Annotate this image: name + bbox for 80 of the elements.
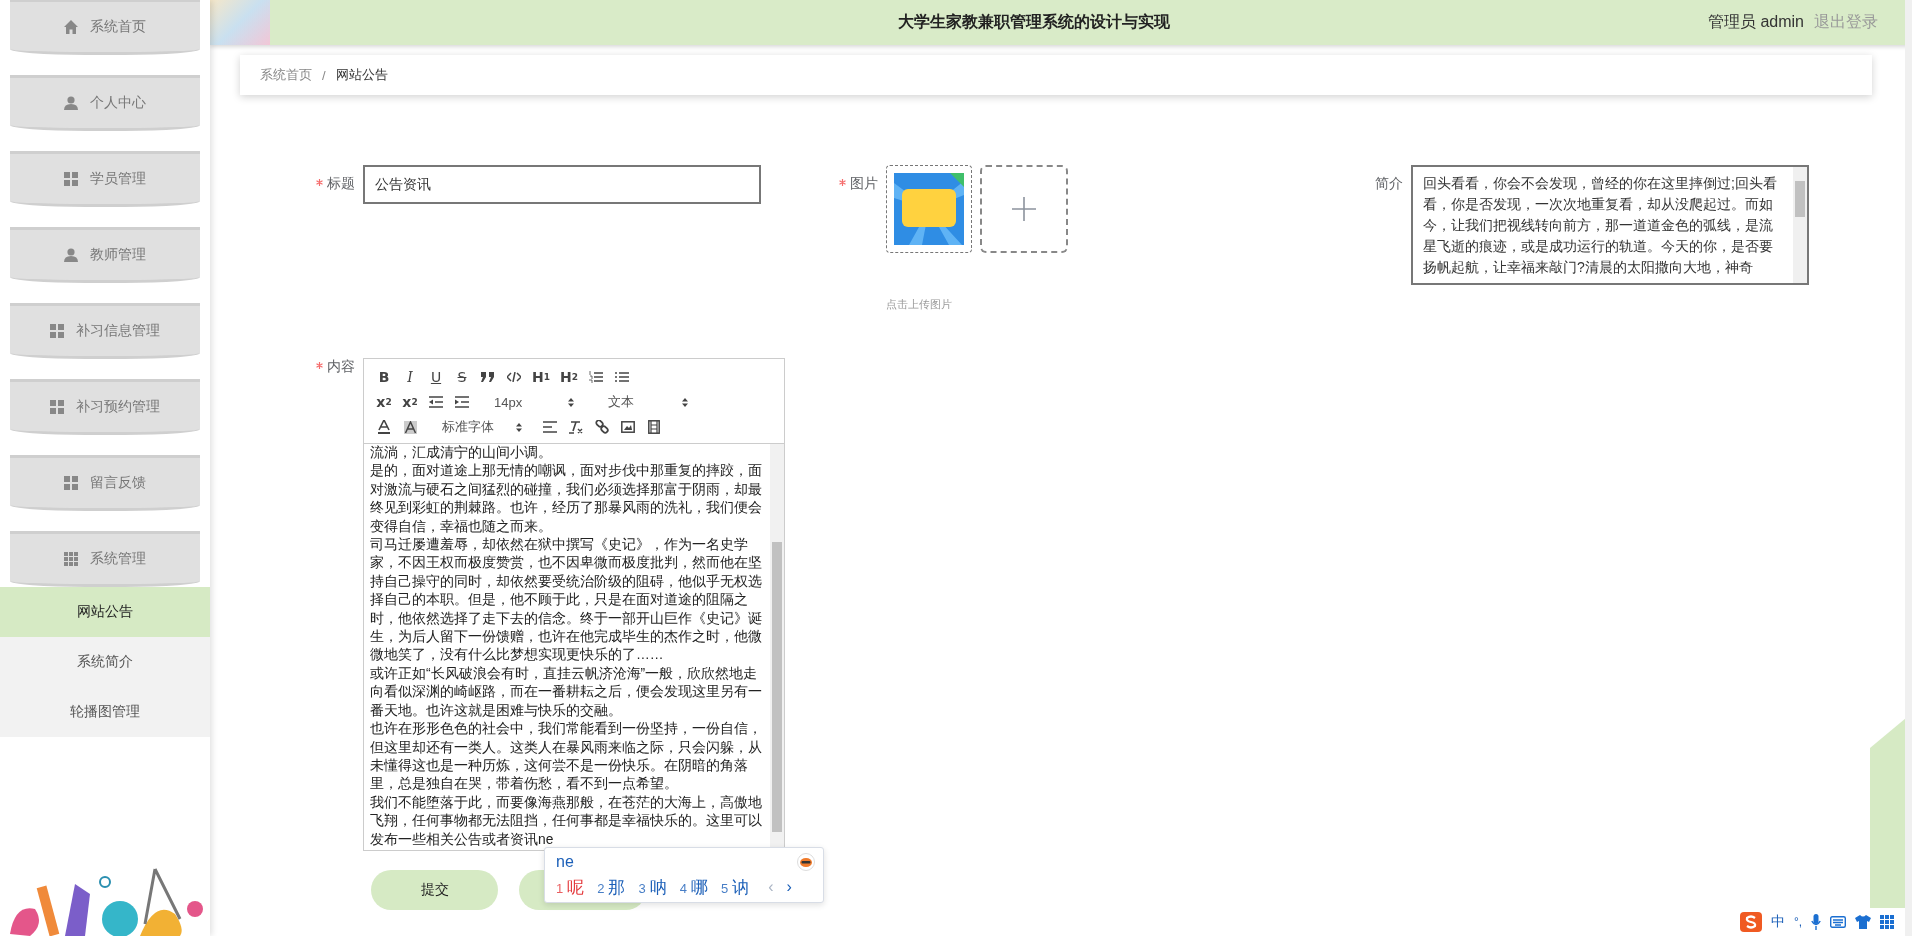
- ime-candidate[interactable]: 1 呢: [556, 875, 585, 899]
- ime-candidate[interactable]: 3 呐: [638, 875, 667, 899]
- paragraph: 是的，面对道途上那无情的嘲讽，面对步伐中那重复的摔跤，面对激流与硬石之间猛烈的碰撞，我们必须选择那富于阴雨，却最终见到彩虹的荆棘路。也许，经历了那暴风雨的洗礼，我们便会变得自信，幸福也随之而来。: [370, 462, 763, 536]
- text-color-icon: [378, 420, 390, 434]
- shirt-icon: [1855, 915, 1872, 929]
- code-icon: [507, 372, 521, 382]
- logo-picture: [210, 0, 270, 45]
- field-label: 简介: [1375, 175, 1403, 193]
- toolbar-dropdown[interactable]: 文本: [590, 391, 702, 413]
- submenu-item[interactable]: 系统简介: [0, 637, 210, 687]
- breadcrumb-item[interactable]: 系统首页: [260, 66, 312, 84]
- next-page-arrow[interactable]: ›: [786, 878, 792, 896]
- italic-button[interactable]: I: [398, 366, 422, 388]
- upload-button[interactable]: [980, 165, 1068, 253]
- paragraph: 流淌，汇成清宁的山间小调。: [370, 444, 553, 462]
- paragraph: 也许在形形色色的社会中，我们常能看到一份坚持，一份自信，但这里却还有一类人。这类人在暴风雨来临之际，只会闪躲，从未懂得这也是一种历炼，这何尝不是一份快乐。在阴暗的角落里，总是独自在哭，带着伤愁，看不到一点希望。: [370, 720, 763, 794]
- menu-item[interactable]: 补习预约管理: [10, 379, 200, 435]
- sort-caret-icon: [516, 422, 522, 432]
- indent-icon: [455, 396, 469, 408]
- intro-textarea[interactable]: 回头看看，你会不会发现，曾经的你在这里摔倒过;回头看看，你是否发现，一次次地重复看，却从没爬起过。而如今，让我们把视线转向前方，那一道道金色的弧线，是流星飞逝的痕迹，或是成功运行的轨道。今天的你，是否要扬帆起航，让幸福来敲门?清晨的太阳撒向大地，神奇: [1411, 165, 1809, 285]
- link-icon: [595, 420, 609, 434]
- toolbar-dropdown[interactable]: 14px: [476, 391, 588, 413]
- input-mode-toggle[interactable]: 中: [1771, 913, 1785, 931]
- quote-icon: [481, 372, 495, 382]
- menu-item[interactable]: 系统管理: [10, 531, 200, 587]
- menu-item[interactable]: 学员管理: [10, 151, 200, 207]
- breadcrumb-item: 网站公告: [335, 66, 388, 84]
- submenu-item[interactable]: 网站公告: [0, 587, 210, 637]
- toolbar-dropdown[interactable]: 标准字体: [424, 416, 536, 438]
- ime-candidate[interactable]: 5 讷: [720, 875, 750, 899]
- user-icon: [64, 248, 78, 262]
- paragraph: 或许正如“长风破浪会有时，直挂云帆济沧海”一般，欣欣然地走向看似深渊的崎岖路，而在一番耕耘之后，便会发现这里另有一番天地。也许这就是困难与快乐的交融。: [370, 664, 763, 720]
- ime-candidate[interactable]: 4 哪: [679, 875, 708, 899]
- upload-hint: 点击上传图片: [886, 297, 952, 312]
- paragraph: 我们不能堕落于此，而要像海燕那般，在苍茫的大海上，高傲地飞翔，任何事物都无法阻挡，任何事都是幸福快乐的。这里可以发布一些相关公告或者资讯ne: [370, 793, 763, 849]
- sort-caret-icon: [568, 397, 574, 407]
- mascot-icon: [797, 853, 815, 871]
- bullet-list-icon: [614, 371, 629, 383]
- field-label: 标题: [327, 175, 355, 193]
- image-icon: [621, 421, 635, 433]
- breadcrumb-item[interactable]: /: [322, 67, 326, 83]
- menu-item[interactable]: 系统首页: [10, 0, 200, 55]
- grid-icon: [64, 476, 78, 490]
- grid-icon: [50, 400, 64, 414]
- menu-item[interactable]: 个人中心: [10, 75, 200, 131]
- punctuation-toggle[interactable]: °,: [1794, 915, 1803, 929]
- grid-icon: [1880, 915, 1895, 929]
- menu-item[interactable]: 教师管理: [10, 227, 200, 283]
- film-icon: [648, 420, 660, 434]
- user-name: 管理员 admin: [1707, 12, 1804, 32]
- underline-button[interactable]: U: [424, 366, 448, 388]
- bold-button[interactable]: B: [372, 366, 396, 388]
- grid-icon: [64, 172, 78, 186]
- field-label: 图片: [850, 175, 878, 193]
- s-logo-icon: [1740, 912, 1762, 932]
- script-button[interactable]: x$^{2}$: [398, 391, 422, 413]
- highlight-icon: [403, 420, 417, 434]
- outdent-icon: [429, 396, 443, 408]
- clear-format-icon: [569, 420, 583, 434]
- numbered-list-icon: [588, 371, 603, 383]
- sort-caret-icon: [682, 397, 688, 407]
- plus-icon: [1012, 197, 1036, 221]
- submit-button[interactable]: 提交: [371, 870, 498, 910]
- ime-candidate[interactable]: 2 那: [597, 875, 626, 899]
- align-icon: [543, 421, 557, 433]
- app-title: 大学生家教兼职管理系统的设计与实现: [897, 12, 1171, 32]
- submenu-item[interactable]: 轮播图管理: [0, 687, 210, 737]
- field-label: 内容: [327, 358, 355, 376]
- microphone-icon: [1811, 914, 1822, 930]
- paragraph: 司马迁屡遭羞辱，却依然在狱中撰写《史记》，作为一名史学家，不因王权而极度赞赏，也不因卑微而极度批判，然而他在坚持自己操守的同时，却依然要受统治阶级的阻碍，他似乎无权选择自己的本职。但是，他不顾于此，只是在面对道途的阻隔之时，他依然选择了走下去的信念。终于一部开山巨作《史记》诞生，为后人留下一份馈赠，也许在他完成毕生的杰作之时，他微微地笑了，没有什么比梦想实现更快乐的了……: [370, 536, 763, 665]
- ime-input-text: ne: [556, 853, 574, 871]
- grid-icon: [64, 552, 78, 566]
- home-icon: [64, 20, 78, 34]
- menu-item[interactable]: 留言反馈: [10, 455, 200, 511]
- grid-icon: [50, 324, 64, 338]
- menu-item[interactable]: 补习信息管理: [10, 303, 200, 359]
- strike-button[interactable]: S: [450, 366, 474, 388]
- keyboard-icon: [1830, 916, 1847, 928]
- title-input[interactable]: 公告资讯: [363, 165, 761, 204]
- user-icon: [64, 96, 78, 110]
